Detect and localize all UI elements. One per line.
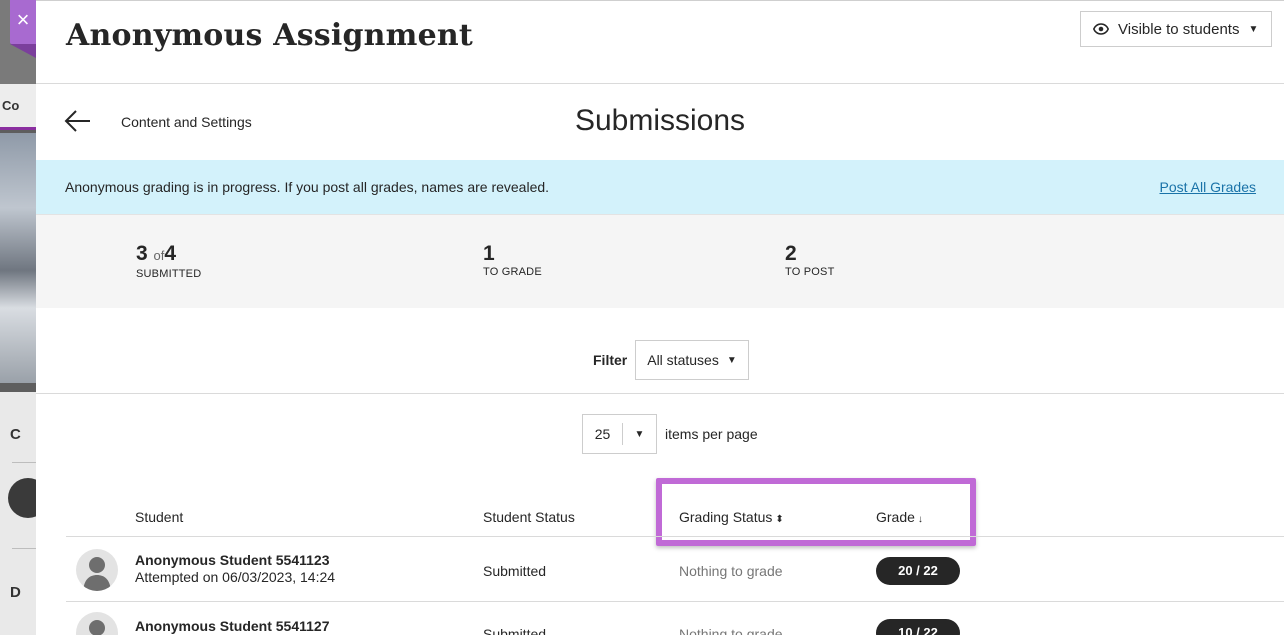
stat-submitted-value: 3 <box>136 242 148 265</box>
submissions-panel: Anonymous Assignment Visible to students… <box>36 0 1284 635</box>
stat-to-post-value: 2 <box>785 242 797 265</box>
filter-divider <box>36 393 1284 394</box>
column-header-student[interactable]: Student <box>135 509 183 525</box>
items-per-page-value: 25 <box>583 423 623 445</box>
anonymous-grading-alert: Anonymous grading is in progress. If you… <box>36 160 1284 214</box>
grading-status: Nothing to grade <box>679 626 783 635</box>
filter-control: Filter All statuses ▼ <box>593 340 749 380</box>
attempt-date: Attempted on 06/03/2023, 14:24 <box>135 569 336 585</box>
visibility-label: Visible to students <box>1118 20 1240 38</box>
background-avatar <box>8 478 36 518</box>
background-letter-c: C <box>10 426 21 443</box>
stat-to-grade: 1 TO GRADE <box>483 242 542 279</box>
table-row[interactable]: Anonymous Student 5541123 Attempted on 0… <box>36 537 1284 601</box>
stat-to-post: 2 TO POST <box>785 242 835 279</box>
chevron-down-icon: ▼ <box>726 354 737 366</box>
alert-message: Anonymous grading is in progress. If you… <box>65 179 550 195</box>
close-panel-button[interactable]: × <box>10 0 36 58</box>
stat-to-grade-label: TO GRADE <box>483 266 542 278</box>
grade-pill[interactable]: 10 / 22 <box>876 619 960 635</box>
table-row[interactable]: Anonymous Student 5541127 Submitted Noth… <box>36 602 1284 635</box>
user-icon <box>83 557 111 591</box>
avatar <box>76 612 118 635</box>
student-name[interactable]: Anonymous Student 5541123 <box>135 552 330 568</box>
stat-of: of <box>153 248 165 263</box>
background-banner-image <box>0 133 36 383</box>
stat-to-grade-value: 1 <box>483 242 495 265</box>
stat-submitted: 3 of4 SUBMITTED <box>136 242 202 281</box>
grade-pill[interactable]: 20 / 22 <box>876 557 960 585</box>
background-divider <box>12 548 36 549</box>
chevron-down-icon: ▼ <box>1248 23 1259 35</box>
column-header-student-status[interactable]: Student Status <box>483 509 575 525</box>
filter-selected: All statuses <box>647 352 719 368</box>
background-letter-d: D <box>10 584 21 601</box>
assignment-title: Anonymous Assignment <box>66 18 473 53</box>
header-divider <box>36 83 1284 84</box>
background-divider <box>12 462 36 463</box>
background-lower: C D <box>0 392 36 635</box>
grading-status: Nothing to grade <box>679 563 783 579</box>
post-all-grades-link[interactable]: Post All Grades <box>1160 179 1257 195</box>
page-title: Submissions <box>574 104 746 137</box>
user-icon <box>89 620 105 635</box>
student-name[interactable]: Anonymous Student 5541127 <box>135 618 330 634</box>
stat-submitted-total: 4 <box>164 242 177 265</box>
stat-to-post-label: TO POST <box>785 266 835 278</box>
submission-stats: 3 of4 SUBMITTED 1 TO GRADE 2 TO POST <box>36 214 1284 308</box>
items-per-page-label: items per page <box>665 426 758 442</box>
close-icon: × <box>16 7 30 32</box>
panel-top-border <box>36 0 1284 1</box>
avatar <box>76 549 118 591</box>
background-tab-label: Co <box>2 98 20 113</box>
filter-dropdown[interactable]: All statuses ▼ <box>635 340 749 380</box>
filter-label: Filter <box>593 352 628 368</box>
background-tab: Co <box>0 84 36 130</box>
stat-submitted-label: SUBMITTED <box>136 268 202 280</box>
eye-icon <box>1093 23 1109 35</box>
visibility-dropdown[interactable]: Visible to students ▼ <box>1080 11 1272 47</box>
items-per-page-select[interactable]: 25 ▼ <box>582 414 657 454</box>
chevron-down-icon: ▼ <box>634 428 645 440</box>
items-per-page-control: 25 ▼ items per page <box>582 414 758 454</box>
student-status: Submitted <box>483 563 547 579</box>
background-course-page: Co C D <box>0 0 36 635</box>
student-status: Submitted <box>483 626 547 635</box>
